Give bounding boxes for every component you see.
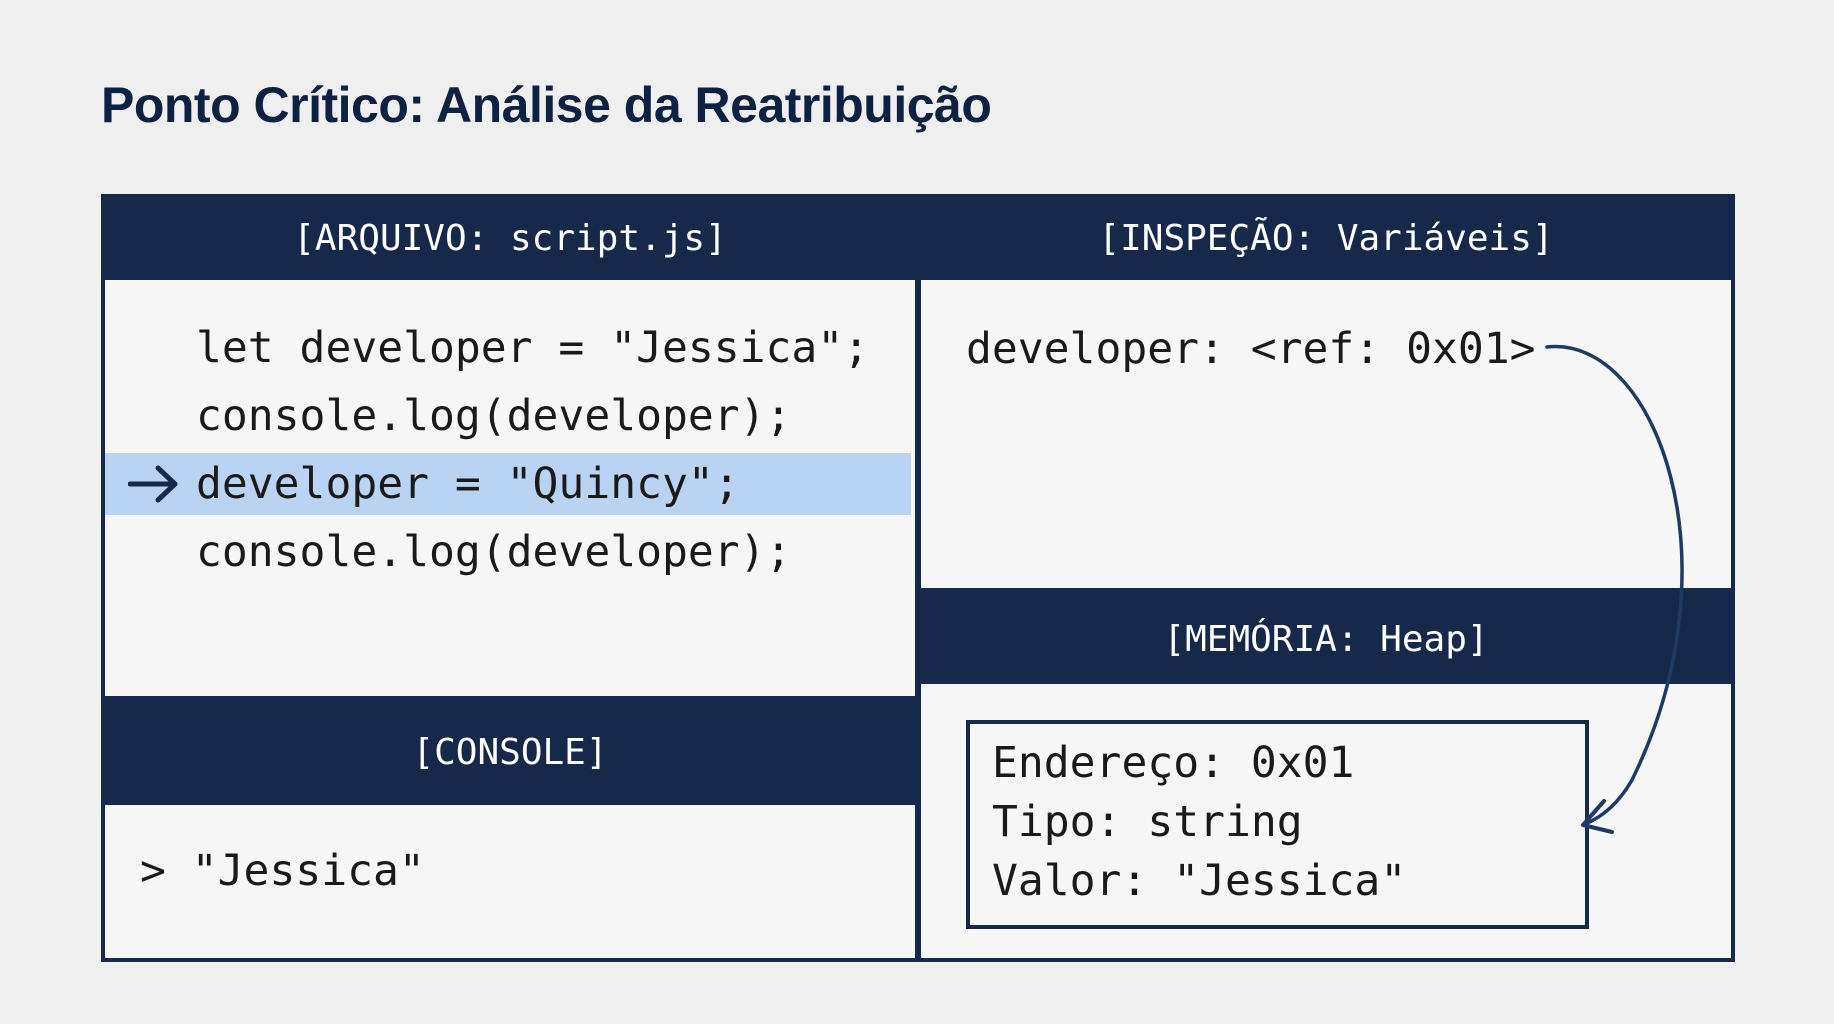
console-output: > "Jessica" [140, 846, 425, 896]
heap-type: Tipo: string [992, 797, 1303, 847]
page-title: Ponto Crítico: Análise da Reatribuição [101, 77, 992, 133]
code-line-3-current: developer = "Quincy"; [196, 459, 740, 509]
script-panel-header: [ARQUIVO: script.js] [105, 198, 915, 278]
memory-panel-title: [MEMÓRIA: Heap] [1163, 618, 1489, 660]
memory-panel-header: [MEMÓRIA: Heap] [921, 596, 1731, 682]
console-panel-title: [CONSOLE] [412, 731, 608, 773]
right-arrow-icon [128, 465, 178, 503]
code-line-1: let developer = "Jessica"; [196, 323, 870, 373]
code-line-2: console.log(developer); [196, 391, 792, 441]
code-line-4: console.log(developer); [196, 527, 792, 577]
heap-value: Valor: "Jessica" [992, 856, 1407, 906]
heap-address: Endereço: 0x01 [992, 738, 1355, 788]
inspection-panel-header: [INSPEÇÃO: Variáveis] [921, 198, 1731, 278]
heap-object: Endereço: 0x01 Tipo: string Valor: "Jess… [966, 720, 1589, 929]
inspection-panel-title: [INSPEÇÃO: Variáveis] [1098, 217, 1554, 259]
console-panel-header: [CONSOLE] [105, 702, 915, 802]
script-panel-title: [ARQUIVO: script.js] [293, 217, 727, 259]
variable-reference: developer: <ref: 0x01> [966, 324, 1536, 374]
